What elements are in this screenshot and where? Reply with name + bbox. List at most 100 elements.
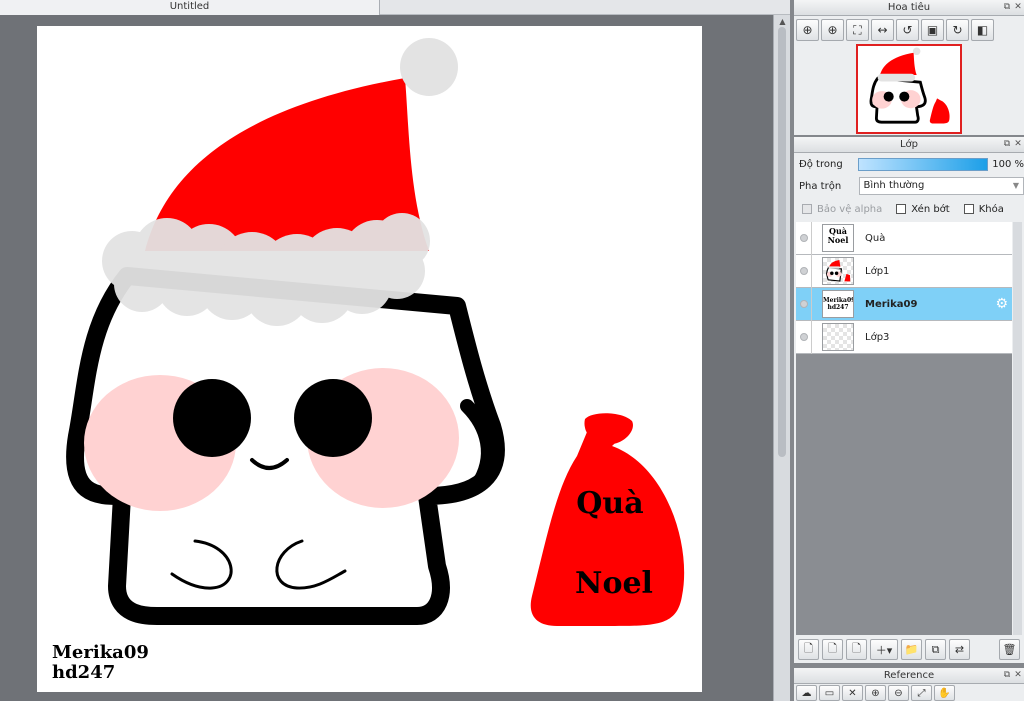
close-icon[interactable]: ✕ — [1013, 139, 1023, 149]
opacity-slider[interactable] — [857, 157, 989, 171]
folder-icon[interactable]: 📁 — [901, 639, 922, 660]
document-tab-bar: Untitled — [0, 0, 790, 15]
navigator-toolbar: ⊕ ⊕ ⛶ ↔ ↺ ▣ ↻ ◧ — [794, 16, 1024, 44]
visibility-toggle[interactable] — [796, 254, 812, 288]
protect-alpha-label: Bảo vệ alpha — [817, 203, 883, 215]
layer-thumbnail — [822, 323, 854, 351]
rotate-left-icon[interactable]: ↺ — [896, 19, 919, 41]
close-reference-icon[interactable]: ✕ — [842, 685, 863, 701]
navigator-preview[interactable] — [856, 44, 962, 134]
layer-thumbnail: Quà Noel — [822, 224, 854, 252]
layer-row[interactable]: Lớp3 — [796, 320, 1012, 354]
artwork: Quà Noel Merika09 hd247 — [52, 38, 685, 683]
lock-label: Khóa — [978, 203, 1004, 215]
layer-panel: Lớp ⧉ ✕ Độ trong 100 % Pha trộn Bình thư… — [794, 137, 1024, 663]
fit-width-icon[interactable]: ↔ — [871, 19, 894, 41]
clipping-checkbox[interactable]: Xén bớt — [896, 203, 950, 215]
flip-icon[interactable]: ◧ — [971, 19, 994, 41]
delete-layer-icon[interactable]: 🗑 — [999, 639, 1020, 660]
checkbox-box — [963, 204, 974, 214]
layer-row-active[interactable]: Merika09 hd247 Merika09 ⚙ — [796, 287, 1012, 321]
navigator-title: Hoa tiêu — [887, 2, 931, 13]
reference-title: Reference — [883, 670, 935, 681]
layer-thumbnail — [822, 257, 854, 285]
blend-mode-select[interactable]: Bình thường ▼ — [859, 177, 1024, 195]
gear-icon[interactable]: ⚙ — [995, 297, 1008, 311]
navigator-preview-area — [794, 44, 1024, 134]
layer-list-scrollbar[interactable] — [1013, 222, 1022, 635]
visibility-toggle[interactable] — [796, 320, 812, 354]
bag-text-line1: Quà — [576, 486, 643, 521]
zoom-fit-icon[interactable]: ⊕ — [796, 19, 819, 41]
new-8bit-layer-icon[interactable]: 🗋 — [822, 639, 843, 660]
new-layer-icon[interactable]: 🗋 — [798, 639, 819, 660]
reference-title-bar: Reference ⧉ ✕ — [794, 668, 1024, 684]
opacity-label: Độ trong — [799, 158, 843, 170]
protect-alpha-checkbox[interactable]: Bảo vệ alpha — [802, 204, 882, 215]
scroll-up-icon[interactable]: ▲ — [777, 17, 788, 27]
layer-name: Merika09 — [865, 298, 918, 310]
visibility-toggle[interactable] — [796, 221, 812, 255]
checkbox-box — [896, 204, 907, 214]
eye-icon — [799, 300, 808, 308]
canvas-area[interactable]: Quà Noel Merika09 hd247 ▲ — [0, 15, 790, 701]
actual-size-icon[interactable]: ▣ — [921, 19, 944, 41]
signature-line1: Merika09 — [52, 642, 149, 663]
hat-pompom — [400, 38, 458, 96]
eye-icon — [799, 267, 808, 275]
layer-name: Quà — [865, 232, 886, 244]
layer-options-row: Bảo vệ alpha Xén bớt Khóa — [794, 197, 1024, 221]
zoom-in-icon[interactable]: ⊕ — [865, 685, 886, 701]
layer-row[interactable]: Lớp1 — [796, 254, 1012, 288]
visibility-toggle[interactable] — [796, 287, 812, 321]
eye-icon — [799, 333, 808, 341]
document-tab[interactable]: Untitled — [0, 0, 380, 15]
layer-toolbar: 🗋 🗋 🗋 ＋▾ 📁 ⧉ ⇄ 🗑 — [794, 637, 1024, 663]
close-icon[interactable]: ✕ — [1013, 670, 1023, 680]
undock-icon[interactable]: ⧉ — [1002, 139, 1012, 149]
chevron-down-icon: ▼ — [1012, 181, 1019, 190]
navigator-panel: Hoa tiêu ⧉ ✕ ⊕ ⊕ ⛶ ↔ ↺ ▣ ↻ ◧ — [794, 0, 1024, 135]
layer-list: Quà Noel Quà Lớp1 Merika09 hd247 Merika0… — [796, 221, 1012, 635]
clipping-label: Xén bớt — [911, 203, 950, 215]
signature-line2: hd247 — [52, 662, 115, 683]
right-panel: Hoa tiêu ⧉ ✕ ⊕ ⊕ ⛶ ↔ ↺ ▣ ↻ ◧ Lớp ⧉ ✕ Độ … — [790, 0, 1024, 701]
fit-window-icon[interactable]: ⛶ — [846, 19, 869, 41]
document-tab-title: Untitled — [169, 1, 210, 12]
blend-mode-value: Bình thường — [863, 180, 925, 191]
blend-label: Pha trộn — [799, 180, 842, 192]
eye-icon — [799, 234, 808, 242]
right-eye — [294, 379, 372, 457]
navigator-title-bar: Hoa tiêu ⧉ ✕ — [794, 0, 1024, 16]
scroll-thumb[interactable] — [778, 27, 786, 457]
zoom-in-icon[interactable]: ⊕ — [821, 19, 844, 41]
layer-row[interactable]: Quà Noel Quà — [796, 221, 1012, 255]
new-1bit-layer-icon[interactable]: 🗋 — [846, 639, 867, 660]
undock-icon[interactable]: ⧉ — [1002, 2, 1012, 12]
navigator-preview-art — [869, 47, 950, 124]
zoom-out-icon[interactable]: ⊖ — [888, 685, 909, 701]
left-eye — [173, 379, 251, 457]
rotate-right-icon[interactable]: ↻ — [946, 19, 969, 41]
layer-name: Lớp1 — [865, 265, 890, 277]
checkbox-box — [802, 204, 812, 214]
layer-thumb-text: Quà Noel — [827, 226, 849, 245]
drawing-canvas[interactable]: Quà Noel Merika09 hd247 — [37, 26, 702, 692]
lock-checkbox[interactable]: Khóa — [963, 203, 1004, 215]
add-layer-menu-icon[interactable]: ＋▾ — [870, 639, 898, 660]
layer-name: Lớp3 — [865, 331, 890, 343]
new-reference-icon[interactable]: ▭ — [819, 685, 840, 701]
opacity-value: 100 % — [992, 158, 1024, 170]
blend-row: Pha trộn Bình thường ▼ — [794, 175, 1024, 197]
open-reference-icon[interactable]: ☁ — [796, 685, 817, 701]
layer-title-bar: Lớp ⧉ ✕ — [794, 137, 1024, 153]
bag-text-line2: Noel — [575, 566, 653, 601]
reference-toolbar: ☁ ▭ ✕ ⊕ ⊖ ⤢ ✋ — [794, 684, 1024, 701]
merge-down-icon[interactable]: ⇄ — [949, 639, 970, 660]
hand-icon[interactable]: ✋ — [934, 685, 955, 701]
duplicate-layer-icon[interactable]: ⧉ — [925, 639, 946, 660]
fit-icon[interactable]: ⤢ — [911, 685, 932, 701]
vertical-scrollbar[interactable]: ▲ — [773, 15, 790, 701]
undock-icon[interactable]: ⧉ — [1002, 670, 1012, 680]
close-icon[interactable]: ✕ — [1013, 2, 1023, 12]
